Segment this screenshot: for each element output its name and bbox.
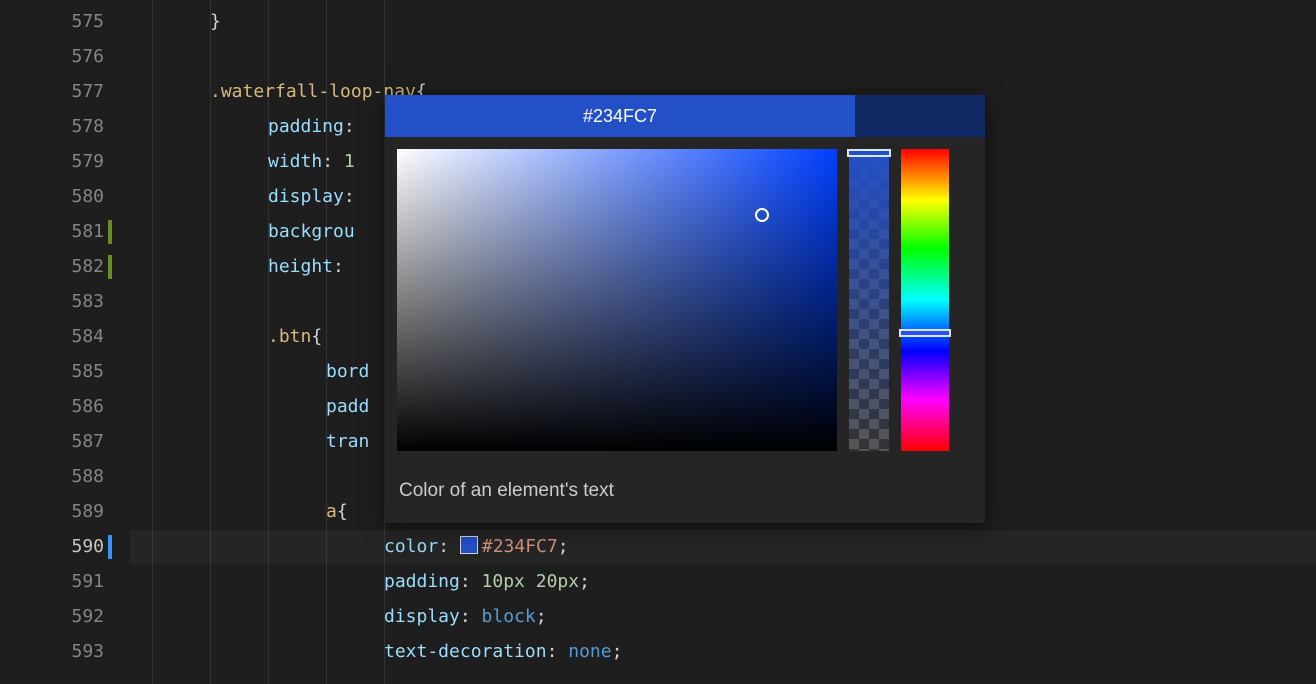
color-picker-header: #234FC7 xyxy=(385,95,985,137)
line-number: 575 xyxy=(71,5,104,39)
token-num: 1 xyxy=(344,151,355,172)
token-prop: color xyxy=(384,536,438,557)
code-line[interactable]: display: block; xyxy=(130,600,1316,634)
line-number: 582 xyxy=(71,250,104,284)
token-punct: : xyxy=(438,536,460,557)
token-prop: bord xyxy=(326,361,369,382)
line-number: 593 xyxy=(71,635,104,669)
line-number: 581 xyxy=(71,215,104,249)
line-number: 592 xyxy=(71,600,104,634)
token-punct: ; xyxy=(536,606,547,627)
line-number: 584 xyxy=(71,320,104,354)
gutter-change-marker xyxy=(108,535,112,559)
token-punct: : xyxy=(460,606,482,627)
line-number: 588 xyxy=(71,460,104,494)
token-punct: { xyxy=(311,326,322,347)
alpha-thumb-icon[interactable] xyxy=(847,149,891,157)
token-punct: : xyxy=(322,151,344,172)
token-prop: text-decoration xyxy=(384,641,547,662)
hue-thumb-icon[interactable] xyxy=(899,329,951,337)
token-punct: : xyxy=(344,116,355,137)
token-selector: .btn xyxy=(268,326,311,347)
line-number: 579 xyxy=(71,145,104,179)
color-picker-body xyxy=(385,137,985,463)
token-prop: display xyxy=(268,186,344,207)
token-kw: block xyxy=(482,606,536,627)
token-punct: : xyxy=(460,571,482,592)
line-number: 580 xyxy=(71,180,104,214)
token-punct: ; xyxy=(579,571,590,592)
line-number: 591 xyxy=(71,565,104,599)
line-number: 589 xyxy=(71,495,104,529)
token-punct: { xyxy=(337,501,348,522)
line-number: 576 xyxy=(71,40,104,74)
line-number: 586 xyxy=(71,390,104,424)
token-prop: width xyxy=(268,151,322,172)
sv-cursor-icon[interactable] xyxy=(755,208,769,222)
token-num: 20px xyxy=(536,571,579,592)
token-punct: ; xyxy=(558,536,569,557)
token-prop: padding xyxy=(384,571,460,592)
token-prop: height xyxy=(268,256,333,277)
color-swatch-icon[interactable] xyxy=(460,536,478,554)
line-number: 577 xyxy=(71,75,104,109)
line-number: 587 xyxy=(71,425,104,459)
line-number: 578 xyxy=(71,110,104,144)
token-prop: padd xyxy=(326,396,369,417)
line-number: 583 xyxy=(71,285,104,319)
token-punct: } xyxy=(210,11,221,32)
token-prop: display xyxy=(384,606,460,627)
color-picker-popup[interactable]: #234FC7 Color of an element's text xyxy=(385,95,985,523)
token-punct: : xyxy=(333,256,355,277)
gutter: 5755765775785795805815825835845855865875… xyxy=(0,0,130,684)
token-punct: : xyxy=(547,641,569,662)
code-line[interactable]: text-decoration: none; xyxy=(130,635,1316,669)
code-editor[interactable]: 5755765775785795805815825835845855865875… xyxy=(0,0,1316,684)
line-number: 590 xyxy=(71,530,104,564)
gutter-change-marker xyxy=(108,255,112,279)
alpha-slider[interactable] xyxy=(849,149,889,451)
gutter-change-marker xyxy=(108,220,112,244)
code-line[interactable]: padding: 10px 20px; xyxy=(130,565,1316,599)
line-number: 585 xyxy=(71,355,104,389)
token-selector: a xyxy=(326,501,337,522)
token-punct xyxy=(525,571,536,592)
token-prop: backgrou xyxy=(268,221,355,242)
hue-slider[interactable] xyxy=(901,149,949,451)
code-line[interactable]: color: #234FC7; xyxy=(130,530,1316,564)
color-picker-header-side xyxy=(855,95,985,137)
color-picker-description: Color of an element's text xyxy=(385,463,985,523)
token-kw: none xyxy=(568,641,611,662)
token-num: 10px xyxy=(482,571,525,592)
token-punct: ; xyxy=(612,641,623,662)
color-picker-hex-readout[interactable]: #234FC7 xyxy=(385,95,855,137)
saturation-value-field[interactable] xyxy=(397,149,837,451)
token-punct: : xyxy=(344,186,355,207)
token-prop: padding xyxy=(268,116,344,137)
code-line[interactable]: } xyxy=(130,5,1316,39)
token-prop: tran xyxy=(326,431,369,452)
token-val: #234FC7 xyxy=(482,536,558,557)
